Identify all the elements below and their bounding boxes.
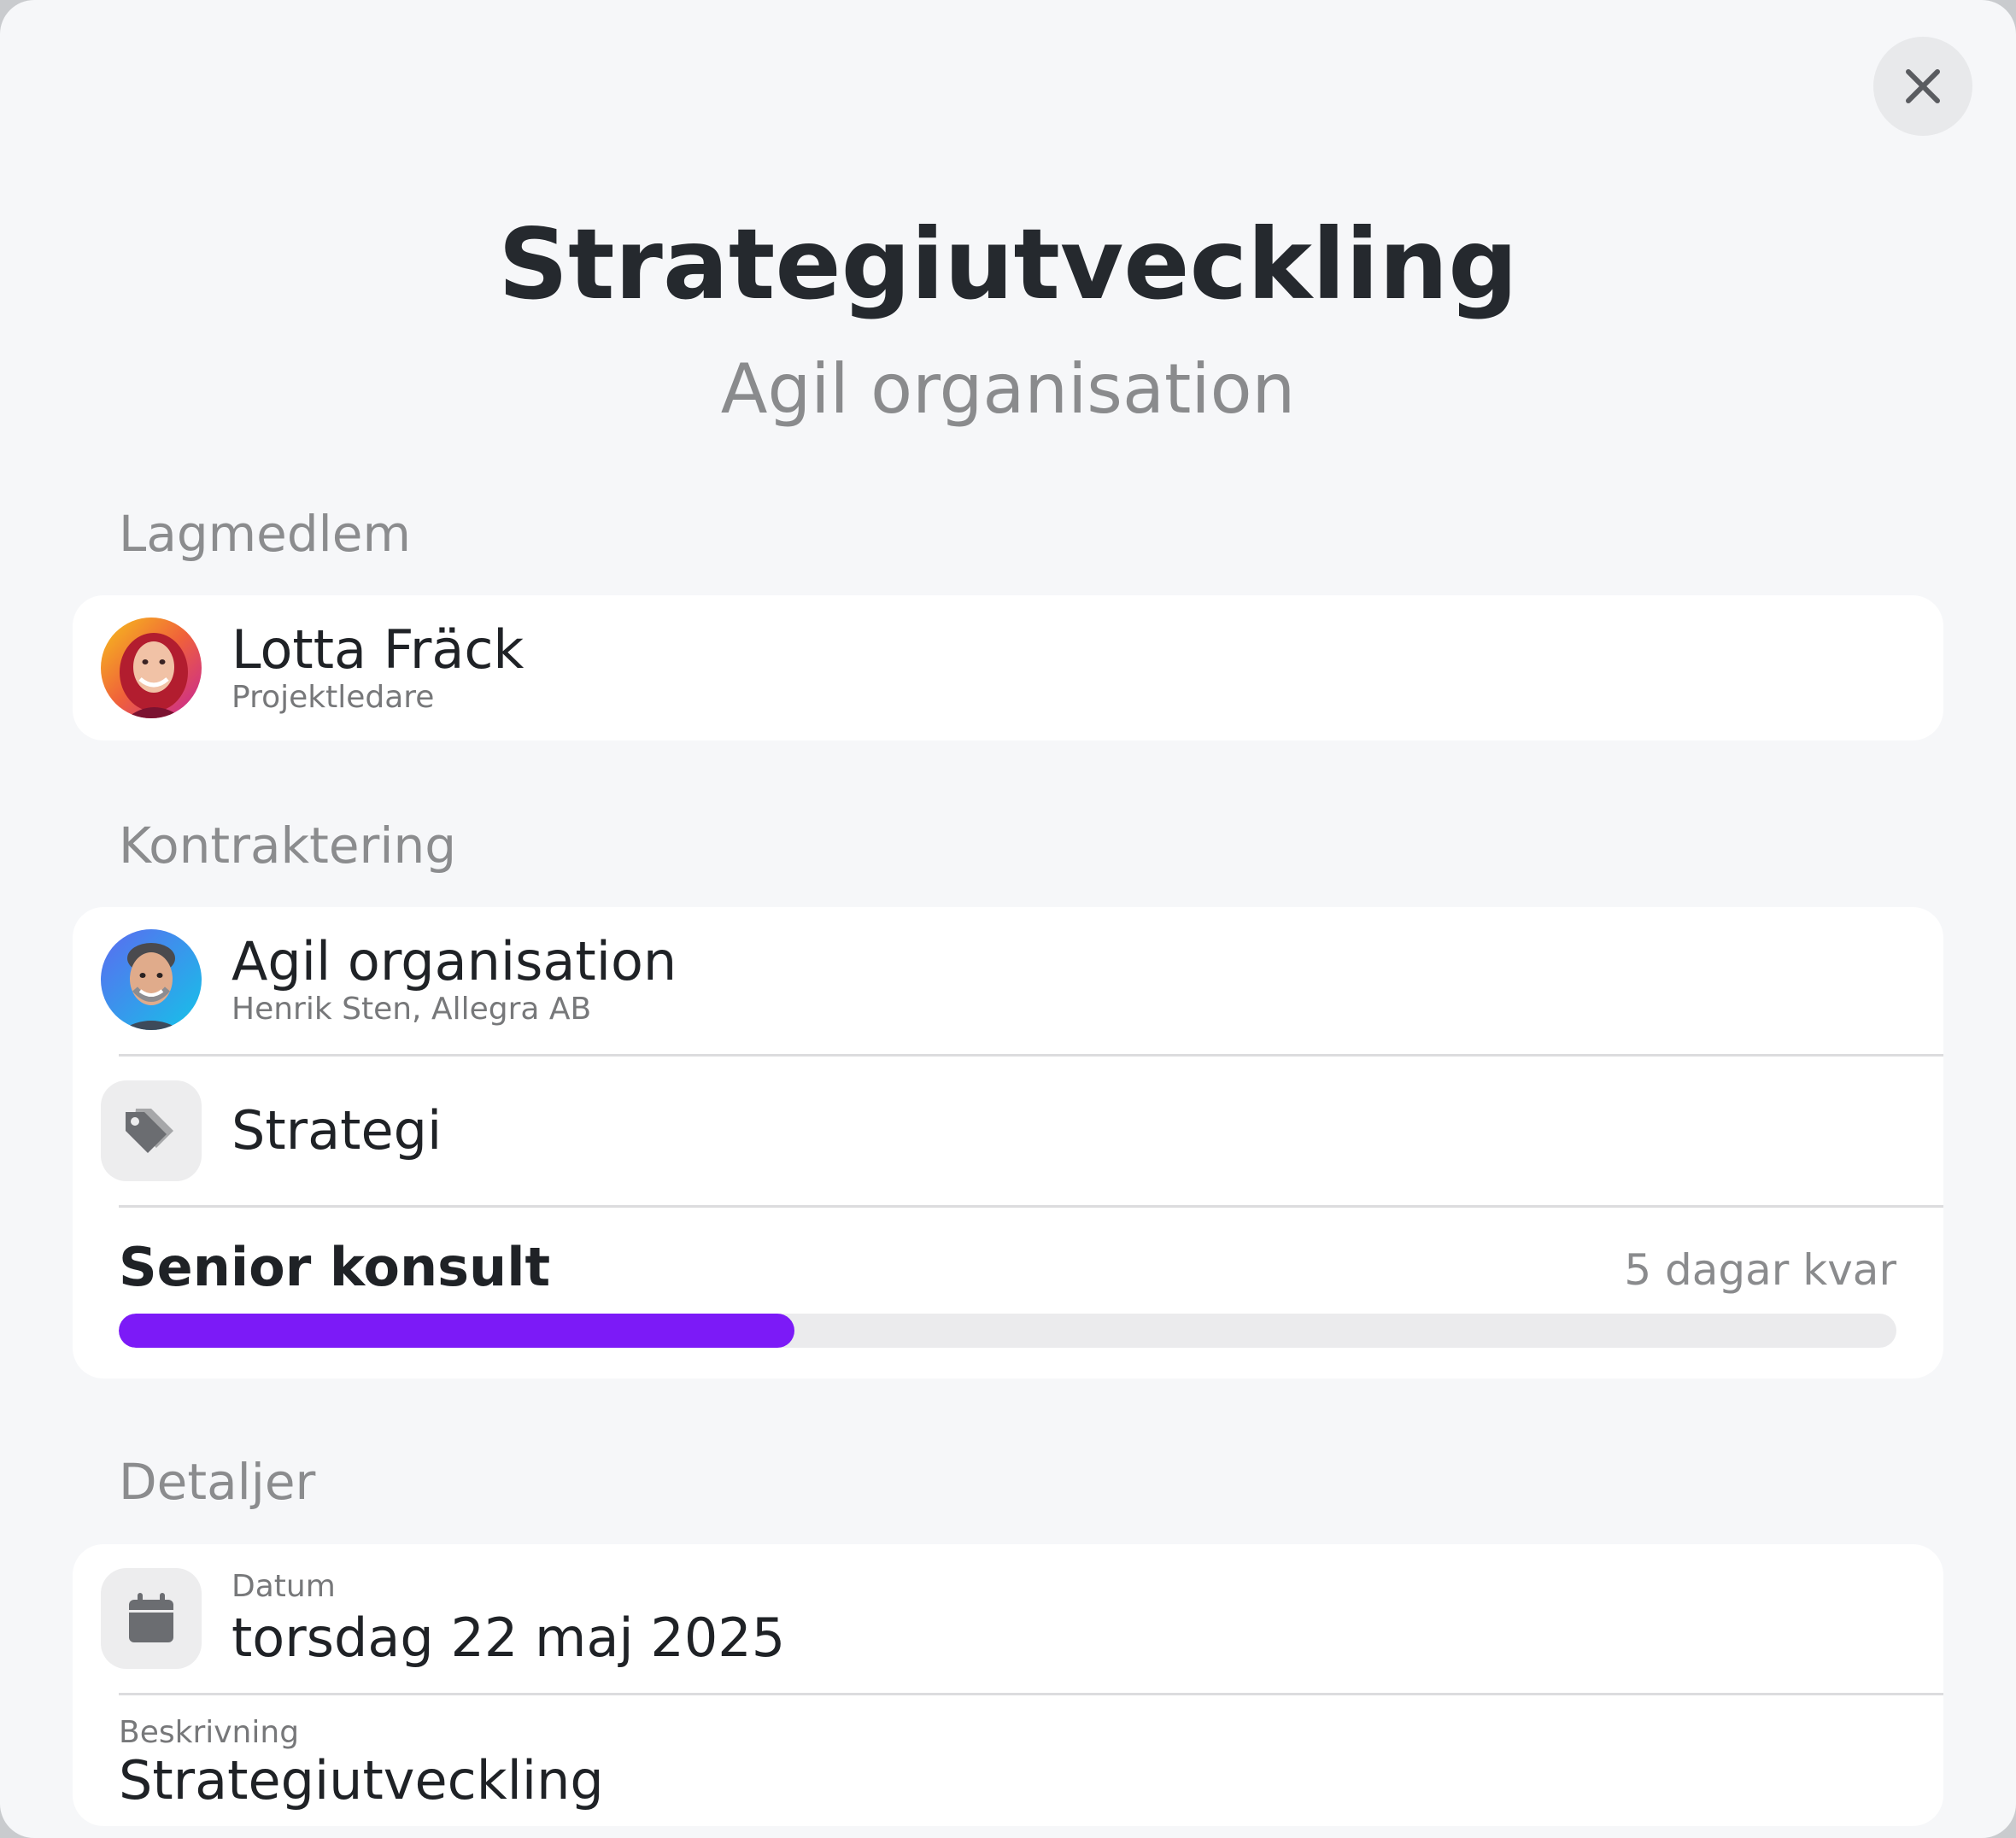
days-remaining: 5 dagar kvar bbox=[1624, 1245, 1896, 1295]
description-row: Beskrivning Strategiutveckling bbox=[73, 1695, 1943, 1826]
member-name: Lotta Fräck bbox=[231, 618, 525, 681]
close-button[interactable] bbox=[1873, 37, 1972, 136]
client-contact: Henrik Sten, Allegra AB bbox=[231, 992, 592, 1027]
date-label: Datum bbox=[231, 1569, 336, 1604]
team-member-card[interactable]: Lotta Fräck Projektledare bbox=[73, 595, 1943, 740]
contract-card: Agil organisation Henrik Sten, Allegra A… bbox=[73, 907, 1943, 1378]
member-role: Projektledare bbox=[231, 680, 435, 715]
details-card: Datum torsdag 22 maj 2025 Beskrivning St… bbox=[73, 1544, 1943, 1826]
avatar bbox=[101, 929, 202, 1030]
date-value: torsdag 22 maj 2025 bbox=[231, 1607, 786, 1669]
calendar-icon bbox=[129, 1593, 173, 1642]
date-row[interactable]: Datum torsdag 22 maj 2025 bbox=[73, 1544, 1943, 1693]
progress-bar bbox=[119, 1314, 1896, 1348]
tag-icon bbox=[126, 1109, 173, 1153]
page-subtitle: Agil organisation bbox=[720, 349, 1296, 429]
category-label: Strategi bbox=[231, 1099, 442, 1162]
section-label-contract: Kontraktering bbox=[119, 817, 457, 875]
close-icon bbox=[1906, 69, 1940, 103]
allocation-row: Senior konsult 5 dagar kvar bbox=[73, 1208, 1943, 1378]
page-title: Strategiutveckling bbox=[498, 208, 1518, 321]
category-row[interactable]: Strategi bbox=[73, 1057, 1943, 1205]
client-name: Agil organisation bbox=[231, 930, 677, 992]
description-label: Beskrivning bbox=[119, 1715, 300, 1750]
calendar-icon-tile bbox=[101, 1568, 202, 1669]
avatar bbox=[101, 618, 202, 718]
section-label-details: Detaljer bbox=[119, 1453, 316, 1511]
allocation-role: Senior konsult bbox=[119, 1236, 551, 1298]
section-label-team: Lagmedlem bbox=[119, 505, 411, 563]
client-row[interactable]: Agil organisation Henrik Sten, Allegra A… bbox=[73, 907, 1943, 1054]
description-value: Strategiutveckling bbox=[119, 1749, 604, 1812]
progress-fill bbox=[119, 1314, 794, 1348]
tag-icon-tile bbox=[101, 1080, 202, 1181]
modal-dialog: Strategiutveckling Agil organisation Lag… bbox=[0, 0, 2016, 1838]
